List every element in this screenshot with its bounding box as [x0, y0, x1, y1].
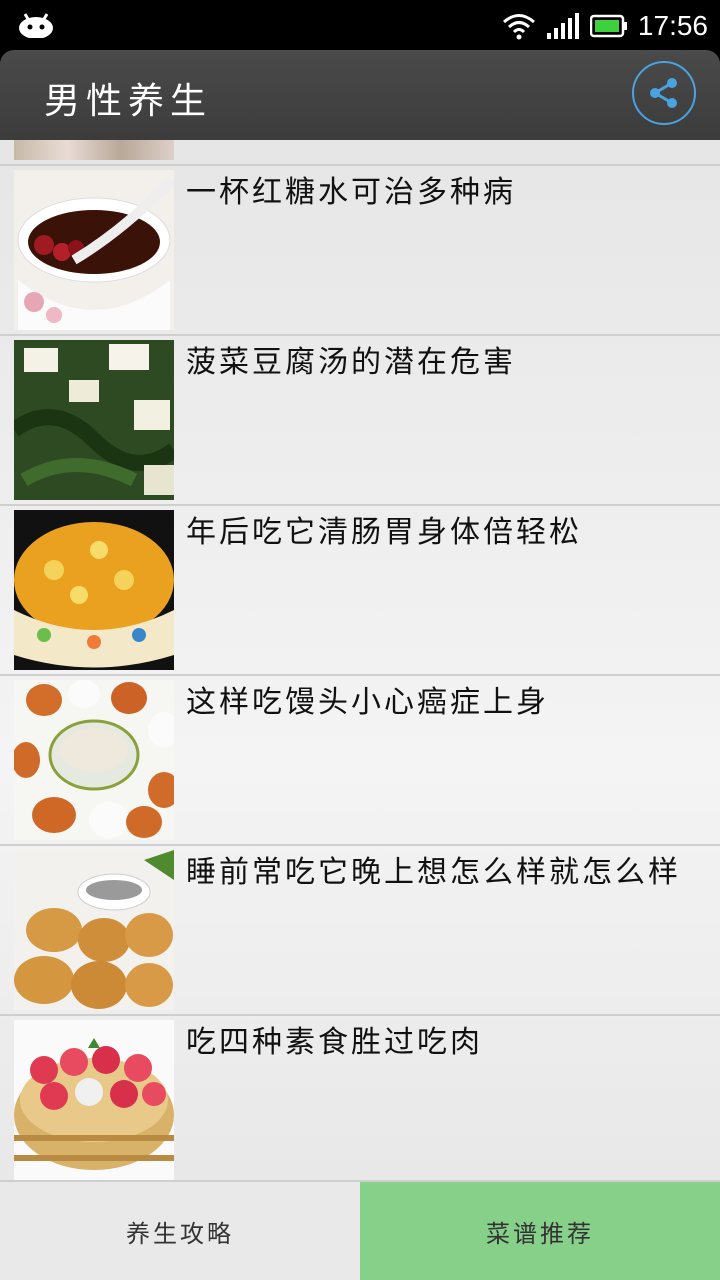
list-item[interactable]: 睡前常吃它晚上想怎么样就怎么样 [0, 846, 720, 1014]
battery-icon [589, 14, 627, 38]
list-item[interactable]: 年后吃它清肠胃身体倍轻松 [0, 506, 720, 674]
item-title: 这样吃馒头小心癌症上身 [186, 685, 549, 720]
thumbnail-brown-sugar-water [14, 170, 174, 330]
list-item[interactable]: 菠菜豆腐汤的潜在危害 [0, 336, 720, 504]
article-list[interactable]: 一杯红糖水可治多种病 菠菜豆腐汤的潜在危害 年后吃它清肠胃身体倍轻松 这样吃馒头… [0, 140, 720, 1180]
status-bar: 17:56 [0, 0, 720, 50]
signal-icon [546, 13, 579, 39]
app-bar: 男性养生 [0, 50, 720, 140]
partial-thumbnail [14, 140, 174, 160]
share-icon [650, 78, 677, 108]
tab-recipe-recommendations[interactable]: 菜谱推荐 [360, 1182, 720, 1280]
thumbnail-vegetarian-dumplings [14, 1020, 174, 1180]
thumbnail-spinach-tofu-soup [14, 340, 174, 500]
item-title: 睡前常吃它晚上想怎么样就怎么样 [186, 855, 681, 890]
status-time: 17:56 [637, 10, 708, 41]
list-item[interactable]: 一杯红糖水可治多种病 [0, 166, 720, 334]
item-title: 年后吃它清肠胃身体倍轻松 [186, 515, 582, 550]
thumbnail-steamed-buns [14, 680, 174, 840]
share-button[interactable] [632, 61, 696, 125]
android-notification-icon [19, 13, 53, 38]
item-title: 吃四种素食胜过吃肉 [186, 1025, 483, 1060]
page-title: 男性养生 [44, 81, 213, 122]
bottom-tab-bar: 养生攻略 菜谱推荐 [0, 1180, 720, 1280]
list-item[interactable]: 吃四种素食胜过吃肉 [0, 1016, 720, 1180]
list-item[interactable]: 这样吃馒头小心癌症上身 [0, 676, 720, 844]
tab-health-guide[interactable]: 养生攻略 [0, 1182, 360, 1280]
item-title: 一杯红糖水可治多种病 [186, 175, 516, 210]
thumbnail-pumpkin-soup [14, 510, 174, 670]
thumbnail-fried-chicken [14, 850, 174, 1010]
item-title: 菠菜豆腐汤的潜在危害 [186, 345, 516, 380]
wifi-icon [502, 14, 535, 40]
